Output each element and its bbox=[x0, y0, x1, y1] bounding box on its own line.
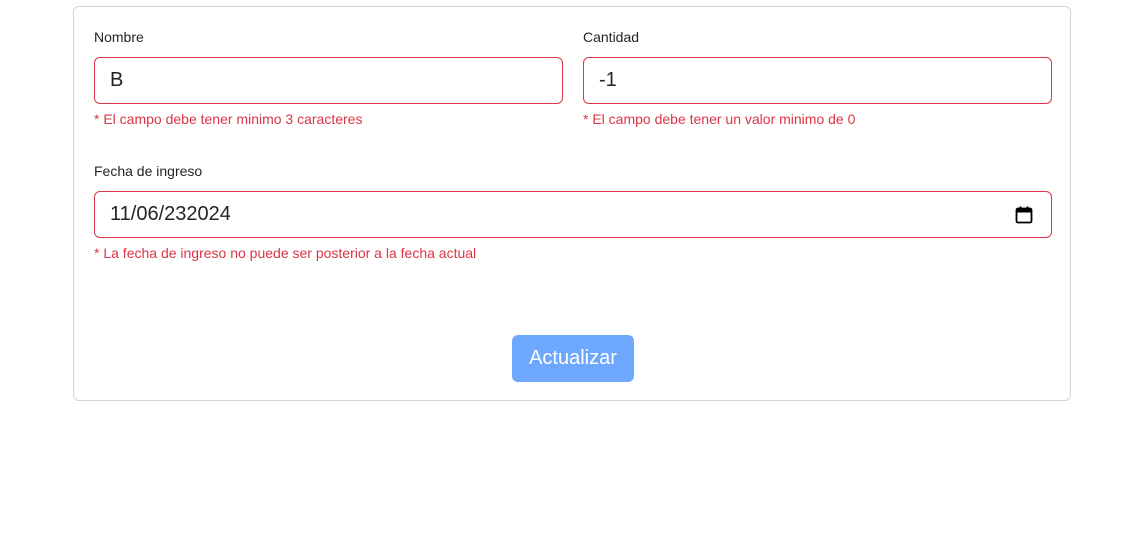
calendar-icon[interactable] bbox=[1015, 206, 1033, 224]
cantidad-label: Cantidad bbox=[583, 29, 640, 45]
edit-form-card: Nombre B * El campo debe tener minimo 3 … bbox=[73, 6, 1071, 401]
nombre-label: Nombre bbox=[94, 29, 144, 45]
nombre-input-value: B bbox=[110, 69, 124, 91]
fecha-error: * La fecha de ingreso no puede ser poste… bbox=[94, 245, 477, 261]
cantidad-error: * El campo debe tener un valor minimo de… bbox=[583, 111, 856, 127]
nombre-error: * El campo debe tener minimo 3 caractere… bbox=[94, 111, 363, 127]
actualizar-button[interactable]: Actualizar bbox=[512, 335, 634, 382]
cantidad-input[interactable]: -1 bbox=[583, 57, 1052, 104]
cantidad-input-value: -1 bbox=[599, 69, 617, 91]
fecha-input-value: 11/06/232024 bbox=[110, 203, 231, 225]
nombre-input[interactable]: B bbox=[94, 57, 563, 104]
fecha-input[interactable]: 11/06/232024 bbox=[94, 191, 1052, 238]
fecha-label: Fecha de ingreso bbox=[94, 163, 203, 179]
